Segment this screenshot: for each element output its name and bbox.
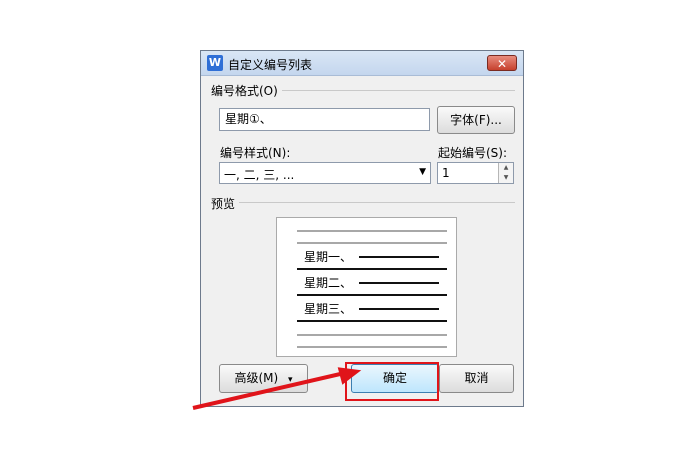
preview-line	[297, 346, 447, 348]
start-number-value: 1	[442, 166, 450, 180]
preview-line	[297, 320, 447, 322]
preview-line	[297, 334, 447, 336]
preview-item: 星期三、	[304, 302, 353, 316]
preview-line	[359, 256, 439, 258]
number-style-value: 一, 二, 三, ...	[224, 168, 295, 182]
spin-down-icon[interactable]: ▼	[498, 173, 513, 183]
preview-line	[297, 230, 447, 232]
font-button[interactable]: 字体(F)...	[437, 106, 515, 134]
dropdown-arrow-icon: ▼	[419, 167, 426, 177]
wps-app-icon: W	[207, 55, 223, 71]
custom-numbering-dialog: W 自定义编号列表 ✕ 编号格式(O) 星期①、 字体(F)... 编号样式(N…	[200, 50, 524, 407]
number-style-select[interactable]: 一, 二, 三, ... ▼	[219, 162, 431, 184]
number-style-label: 编号样式(N):	[220, 146, 291, 160]
preview-line	[297, 294, 447, 296]
preview-group-label: 预览	[211, 195, 240, 212]
spin-up-icon[interactable]: ▲	[498, 163, 513, 173]
preview-line	[359, 308, 439, 310]
preview-group-divider	[211, 202, 515, 203]
dialog-title: 自定义编号列表	[228, 58, 313, 72]
preview-line	[297, 268, 447, 270]
preview-line	[359, 282, 439, 284]
title-bar[interactable]: W 自定义编号列表 ✕	[201, 51, 523, 76]
cancel-button[interactable]: 取消	[439, 364, 514, 393]
preview-item: 星期二、	[304, 276, 353, 290]
preview-item: 星期一、	[304, 250, 353, 264]
preview-pane: 星期一、 星期二、 星期三、	[276, 217, 457, 357]
advanced-button-label: 高级(M)	[234, 371, 279, 385]
start-number-label: 起始编号(S):	[438, 146, 508, 160]
start-number-spinner[interactable]: 1 ▲ ▼	[437, 162, 514, 184]
preview-line	[297, 242, 447, 244]
close-button[interactable]: ✕	[487, 55, 517, 71]
number-format-input[interactable]: 星期①、	[219, 108, 430, 131]
format-group-label: 编号格式(O)	[211, 82, 282, 99]
